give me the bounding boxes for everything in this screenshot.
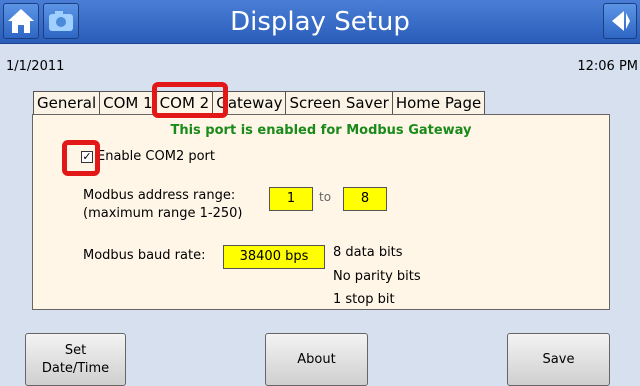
tab-home-page[interactable]: Home Page xyxy=(391,91,486,115)
tab-strip: General COM 1 COM 2 Gateway Screen Saver… xyxy=(33,91,486,115)
annotation-highlight-checkbox xyxy=(62,140,100,176)
camera-button[interactable] xyxy=(43,3,79,39)
address-from-field[interactable]: 1 xyxy=(269,187,313,211)
tab-com1[interactable]: COM 1 xyxy=(99,91,157,115)
address-range-label-line2: (maximum range 1-250) xyxy=(83,206,243,221)
back-button[interactable] xyxy=(603,3,637,39)
tab-general[interactable]: General xyxy=(33,91,101,115)
set-date-time-button[interactable]: Set Date/Time xyxy=(25,333,126,386)
about-button[interactable]: About xyxy=(265,333,368,386)
time-label: 12:06 PM xyxy=(577,59,638,74)
address-range-label: Modbus address range: (maximum range 1-2… xyxy=(83,187,243,223)
com2-settings-panel: This port is enabled for Modbus Gateway … xyxy=(32,114,610,310)
camera-icon xyxy=(49,11,73,31)
set-date-time-line1: Set xyxy=(64,342,87,358)
tab-screen-saver[interactable]: Screen Saver xyxy=(285,91,393,115)
title-bar xyxy=(0,0,640,44)
date-label: 1/1/2011 xyxy=(6,59,65,74)
enable-com2-label: Enable COM2 port xyxy=(97,149,215,164)
home-button[interactable] xyxy=(3,3,39,39)
back-arrow-icon xyxy=(612,11,630,31)
baud-rate-field[interactable]: 38400 bps xyxy=(223,245,325,269)
address-to-field[interactable]: 8 xyxy=(343,187,387,211)
save-button[interactable]: Save xyxy=(507,333,610,386)
address-to-label: to xyxy=(319,190,332,204)
annotation-highlight-tab xyxy=(152,82,228,118)
stop-bits-label: 1 stop bit xyxy=(333,292,395,307)
parity-label: No parity bits xyxy=(333,269,421,284)
status-message: This port is enabled for Modbus Gateway xyxy=(170,123,472,138)
home-icon xyxy=(8,9,34,33)
baud-rate-label: Modbus baud rate: xyxy=(83,248,206,263)
data-bits-label: 8 data bits xyxy=(333,245,403,260)
address-range-label-line1: Modbus address range: xyxy=(83,188,236,203)
set-date-time-line2: Date/Time xyxy=(41,360,110,376)
